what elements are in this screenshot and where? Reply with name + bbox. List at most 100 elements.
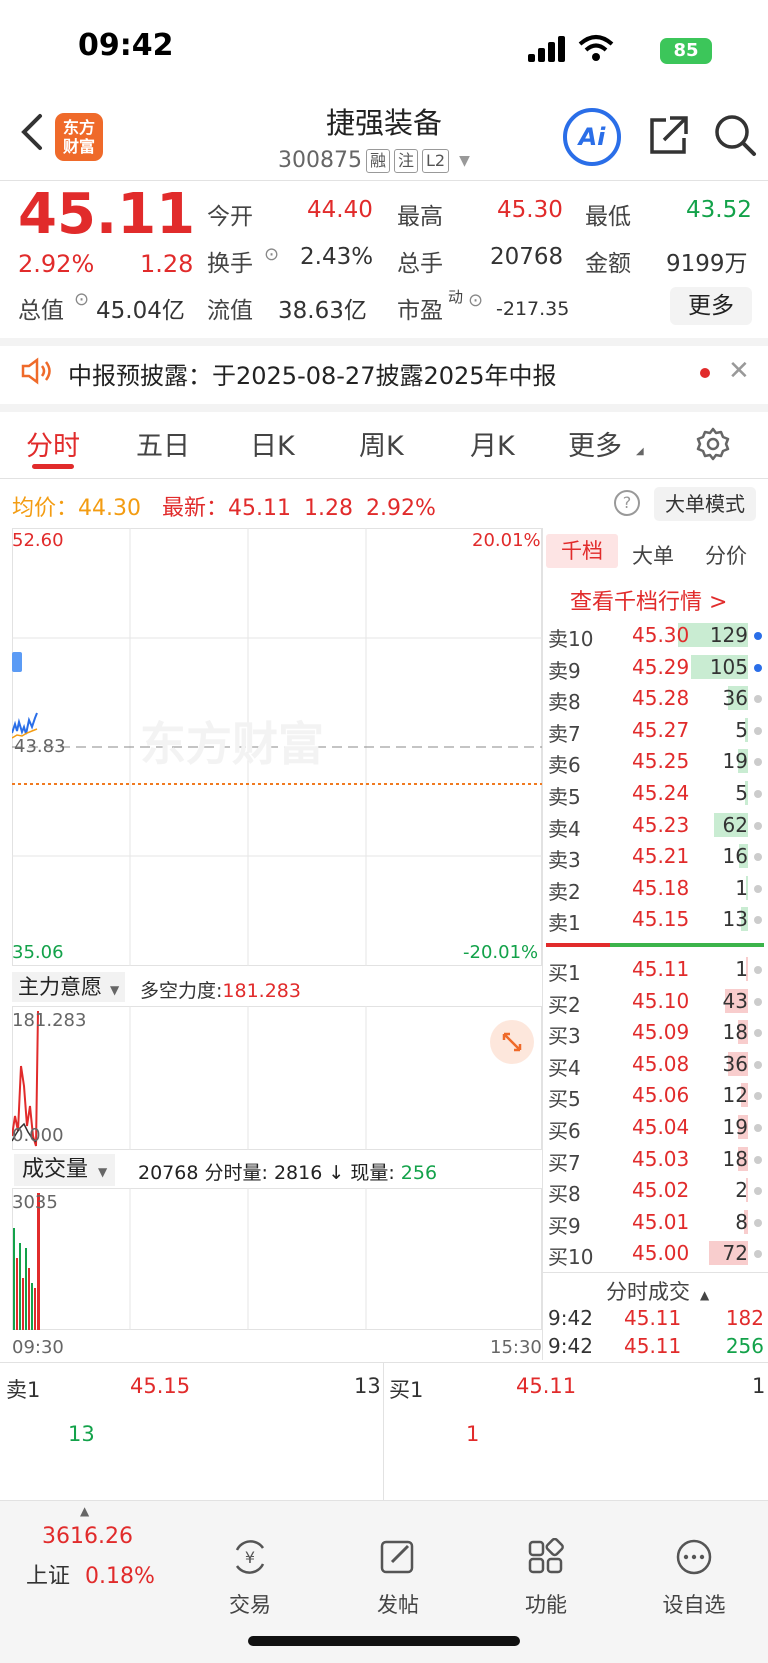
indicator-selector[interactable]: 主力意愿 ▼ bbox=[12, 972, 126, 1002]
stock-code: 300875 bbox=[278, 148, 362, 173]
help-icon[interactable]: ? bbox=[614, 490, 640, 516]
share-icon[interactable] bbox=[646, 114, 690, 162]
ask-row[interactable]: 卖4 45.23 62 bbox=[548, 810, 766, 841]
volume-chart[interactable] bbox=[12, 1188, 542, 1330]
settings-gear-icon[interactable] bbox=[695, 426, 731, 466]
bid-row[interactable]: 买5 45.06 12 bbox=[548, 1080, 766, 1111]
index-expand-icon[interactable]: ▲ bbox=[80, 1504, 89, 1518]
bid-row[interactable]: 买8 45.02 2 bbox=[548, 1175, 766, 1206]
high-label: 最高 bbox=[397, 204, 443, 230]
ask-row[interactable]: 卖1 45.15 13 bbox=[548, 904, 766, 935]
more-button[interactable]: 更多 bbox=[670, 287, 752, 325]
bid-price: 45.08 bbox=[632, 1051, 690, 1076]
close-icon[interactable]: ✕ bbox=[728, 356, 750, 386]
bid-row[interactable]: 买7 45.03 18 bbox=[548, 1144, 766, 1175]
order-dot-icon bbox=[754, 1124, 762, 1132]
bid-price: 45.02 bbox=[632, 1178, 690, 1203]
dropdown-icon: ▼ bbox=[459, 152, 470, 169]
tab-fenshi[interactable]: 分时 bbox=[26, 424, 80, 463]
bid-row[interactable]: 买10 45.00 72 bbox=[548, 1238, 766, 1269]
ask-row[interactable]: 卖6 45.25 19 bbox=[548, 746, 766, 777]
indicator-value-line: 多空力度:181.283 bbox=[140, 980, 301, 1002]
speaker-icon bbox=[20, 357, 54, 391]
indicator-y-bottom: 0.000 bbox=[12, 1125, 64, 1146]
ask-row[interactable]: 卖8 45.28 36 bbox=[548, 683, 766, 714]
info-icon[interactable]: ⊙ bbox=[468, 290, 483, 311]
float-value: 38.63亿 bbox=[278, 298, 367, 324]
pe-value: -217.35 bbox=[496, 298, 570, 320]
bid-row[interactable]: 买2 45.10 43 bbox=[548, 986, 766, 1017]
ask-label: 卖1 bbox=[548, 911, 581, 936]
bid-label: 买9 bbox=[548, 1213, 581, 1238]
ask-price: 45.18 bbox=[632, 875, 690, 900]
nav-add-watchlist[interactable]: 设自选 bbox=[639, 1538, 749, 1619]
bid-price: 45.10 bbox=[632, 988, 690, 1013]
order-dot-icon bbox=[754, 1092, 762, 1101]
ai-button[interactable]: Ai bbox=[563, 108, 621, 166]
bid-row[interactable]: 买9 45.01 8 bbox=[548, 1207, 766, 1238]
indicator-chart[interactable] bbox=[11, 1006, 542, 1150]
bid-row[interactable]: 买4 45.08 36 bbox=[548, 1049, 766, 1080]
tab-monthly-k[interactable]: 月K bbox=[470, 424, 515, 463]
tab-qiandang[interactable]: 千档 bbox=[546, 534, 618, 568]
tab-more[interactable]: 更多 bbox=[568, 424, 622, 463]
notice-bar[interactable]: 中报预披露：于2025-08-27披露2025年中报 bbox=[20, 356, 557, 391]
home-indicator bbox=[248, 1636, 520, 1646]
tab-5day[interactable]: 五日 bbox=[136, 424, 190, 463]
tab-daily-k[interactable]: 日K bbox=[250, 424, 295, 463]
ask-label: 卖5 bbox=[548, 785, 581, 809]
ask-row[interactable]: 卖7 45.27 5 bbox=[548, 715, 766, 746]
level1-buy-vol: 1 bbox=[752, 1374, 766, 1398]
ask-row[interactable]: 卖10 45.30 129 bbox=[548, 620, 766, 651]
big-order-mode-button[interactable]: 大单模式 bbox=[654, 487, 756, 521]
nav-features[interactable]: 功能 bbox=[491, 1537, 601, 1619]
bid-price: 45.00 bbox=[632, 1241, 690, 1266]
latest-price: 45.11 bbox=[228, 496, 291, 521]
tab-weekly-k[interactable]: 周K bbox=[359, 424, 404, 463]
level1-buy-detail: 1 bbox=[466, 1422, 480, 1446]
bid-row[interactable]: 买6 45.04 19 bbox=[548, 1112, 766, 1143]
bid-row[interactable]: 买1 45.11 1 bbox=[548, 954, 766, 985]
tag-registered: 注 bbox=[394, 148, 419, 173]
battery-icon: 85 bbox=[660, 38, 712, 64]
bid-row[interactable]: 买3 45.09 18 bbox=[548, 1017, 766, 1048]
ask-vol: 36 bbox=[722, 686, 748, 711]
ask-price: 45.24 bbox=[632, 781, 690, 805]
ask-vol: 16 bbox=[722, 844, 748, 869]
notice-text: 中报预披露：于2025-08-27披露2025年中报 bbox=[68, 362, 557, 390]
more-dots-icon bbox=[639, 1538, 749, 1585]
ask-price: 45.30 bbox=[632, 623, 690, 647]
stock-code-row[interactable]: 300875 融 注 L2 ▼ bbox=[278, 148, 470, 173]
info-icon[interactable]: ⊙ bbox=[264, 244, 279, 265]
trades-title[interactable]: 分时成交 ▲ bbox=[606, 1276, 709, 1306]
ask-row[interactable]: 卖3 45.21 16 bbox=[548, 841, 766, 872]
level1-sell-price: 45.15 bbox=[130, 1374, 191, 1398]
bid-label: 买2 bbox=[548, 992, 581, 1017]
order-dot-icon bbox=[754, 1250, 762, 1259]
volume-label: 总手 bbox=[397, 251, 443, 277]
search-icon[interactable] bbox=[712, 112, 758, 162]
info-icon[interactable]: ⊙ bbox=[74, 289, 89, 310]
order-dot-icon bbox=[754, 1218, 762, 1227]
price-chart[interactable]: 东方财富 bbox=[12, 528, 542, 966]
tab-big-order[interactable]: 大单 bbox=[632, 540, 674, 570]
order-dot-icon bbox=[754, 726, 762, 735]
order-dot-icon bbox=[754, 1187, 762, 1196]
index-value[interactable]: 3616.26 bbox=[42, 1524, 133, 1549]
edit-icon bbox=[343, 1538, 453, 1585]
view-qiandang-link[interactable]: 查看千档行情 > bbox=[570, 584, 727, 616]
tab-price-distribution[interactable]: 分价 bbox=[705, 540, 747, 570]
ask-row[interactable]: 卖5 45.24 5 bbox=[548, 778, 766, 809]
nav-trade[interactable]: ¥ 交易 bbox=[195, 1538, 305, 1619]
expand-icon[interactable] bbox=[490, 1020, 534, 1064]
ask-row[interactable]: 卖2 45.18 1 bbox=[548, 873, 766, 904]
nav-post[interactable]: 发帖 bbox=[343, 1538, 453, 1619]
y-axis-bottom-label: 35.06 bbox=[12, 942, 64, 963]
ask-label: 卖3 bbox=[548, 848, 581, 873]
order-dot-icon bbox=[754, 916, 762, 925]
bid-vol: 72 bbox=[722, 1241, 748, 1266]
index-row[interactable]: 上证 0.18% bbox=[26, 1558, 155, 1590]
ask-row[interactable]: 卖9 45.29 105 bbox=[548, 652, 766, 683]
volume-selector[interactable]: 成交量 ▼ bbox=[14, 1154, 116, 1186]
order-dot-icon bbox=[754, 821, 762, 830]
